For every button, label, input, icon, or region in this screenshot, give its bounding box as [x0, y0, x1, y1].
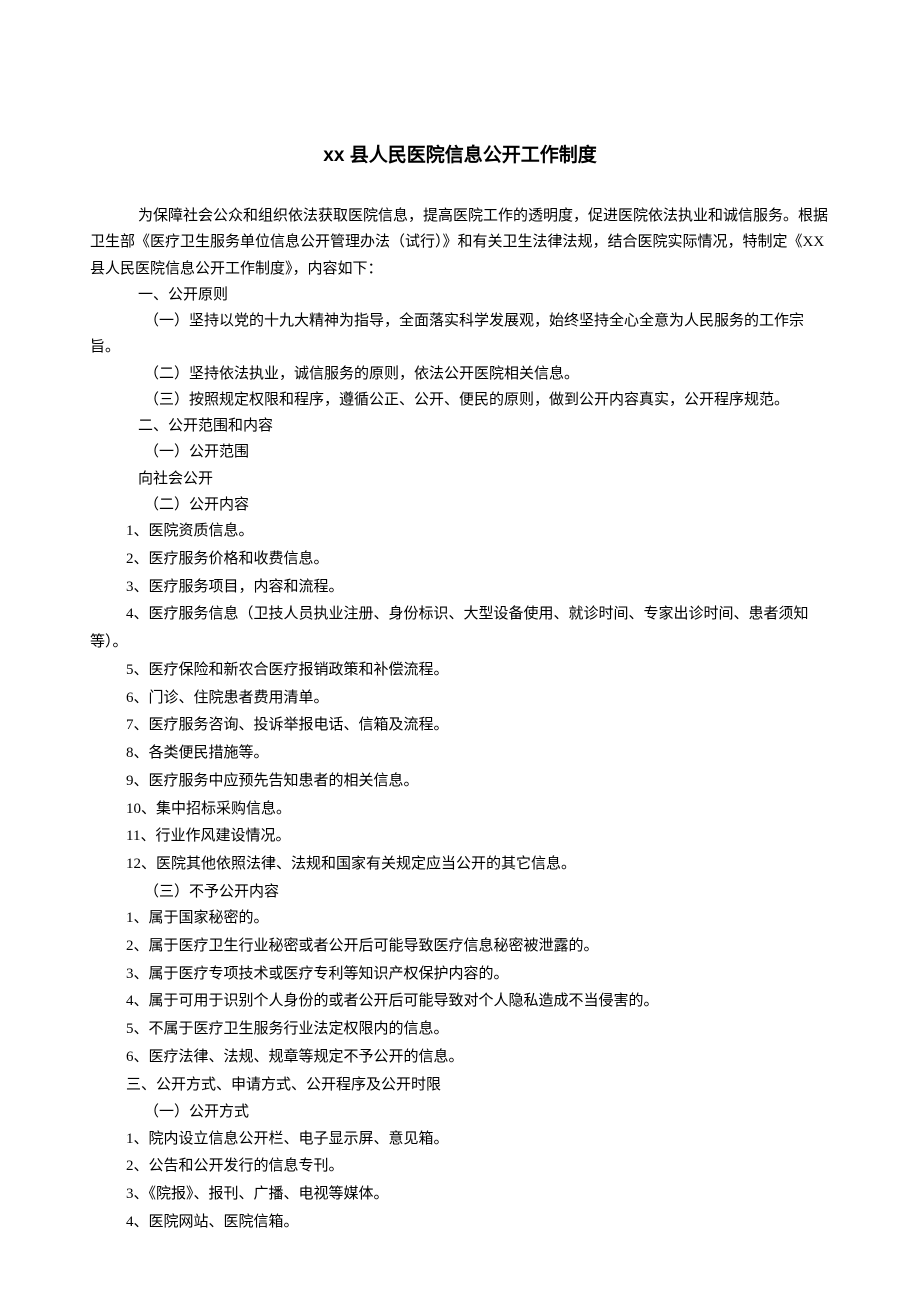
section-2-scope: 向社会公开 — [90, 466, 830, 492]
content-item-2: 2、医疗服务价格和收费信息。 — [90, 546, 830, 574]
section-2-heading: 二、公开范围和内容 — [90, 413, 830, 439]
method-item-4: 4、医院网站、医院信箱。 — [90, 1209, 830, 1237]
nondisclose-item-3: 3、属于医疗专项技术或医疗专利等知识产权保护内容的。 — [90, 961, 830, 989]
intro-paragraph: 为保障社会公众和组织依法获取医院信息，提高医院工作的透明度，促进医院依法执业和诚… — [90, 203, 830, 282]
method-item-3: 3、《院报》、报刊、广播、电视等媒体。 — [90, 1181, 830, 1209]
section-1-item-1: （一）坚持以党的十九大精神为指导，全面落实科学发展观，始终坚持全心全意为人民服务… — [90, 308, 830, 361]
section-2-sub-1: （一）公开范围 — [90, 439, 830, 465]
nondisclose-item-1: 1、属于国家秘密的。 — [90, 905, 830, 933]
section-1-item-3: （三）按照规定权限和程序，遵循公正、公开、便民的原则，做到公开内容真实，公开程序… — [90, 387, 830, 413]
nondisclose-item-4: 4、属于可用于识别个人身份的或者公开后可能导致对个人隐私造成不当侵害的。 — [90, 988, 830, 1016]
content-item-11: 11、行业作风建设情况。 — [90, 823, 830, 851]
content-item-10: 10、集中招标采购信息。 — [90, 796, 830, 824]
content-item-8: 8、各类便民措施等。 — [90, 740, 830, 768]
content-item-4: 4、医疗服务信息（卫技人员执业注册、身份标识、大型设备使用、就诊时间、专家出诊时… — [90, 601, 830, 657]
method-item-2: 2、公告和公开发行的信息专刊。 — [90, 1153, 830, 1181]
content-item-9: 9、医疗服务中应预先告知患者的相关信息。 — [90, 768, 830, 796]
content-item-12: 12、医院其他依照法律、法规和国家有关规定应当公开的其它信息。 — [90, 851, 830, 879]
nondisclose-item-5: 5、不属于医疗卫生服务行业法定权限内的信息。 — [90, 1016, 830, 1044]
content-item-7: 7、医疗服务咨询、投诉举报电话、信箱及流程。 — [90, 712, 830, 740]
document-title: xx 县人民医院信息公开工作制度 — [90, 140, 830, 167]
section-1-item-2: （二）坚持依法执业，诚信服务的原则，依法公开医院相关信息。 — [90, 361, 830, 387]
section-3-sub-1: （一）公开方式 — [90, 1099, 830, 1125]
content-item-6: 6、门诊、住院患者费用清单。 — [90, 685, 830, 713]
nondisclose-item-6: 6、医疗法律、法规、规章等规定不予公开的信息。 — [90, 1044, 830, 1072]
nondisclose-item-2: 2、属于医疗卫生行业秘密或者公开后可能导致医疗信息秘密被泄露的。 — [90, 933, 830, 961]
section-3-heading: 三、公开方式、申请方式、公开程序及公开时限 — [90, 1072, 830, 1100]
content-item-3: 3、医疗服务项目，内容和流程。 — [90, 574, 830, 602]
content-item-5: 5、医疗保险和新农合医疗报销政策和补偿流程。 — [90, 657, 830, 685]
section-1-heading: 一、公开原则 — [90, 282, 830, 308]
section-2-sub-3: （三）不予公开内容 — [90, 879, 830, 905]
content-item-1: 1、医院资质信息。 — [90, 518, 830, 546]
section-2-sub-2: （二）公开内容 — [90, 492, 830, 518]
method-item-1: 1、院内设立信息公开栏、电子显示屏、意见箱。 — [90, 1126, 830, 1154]
